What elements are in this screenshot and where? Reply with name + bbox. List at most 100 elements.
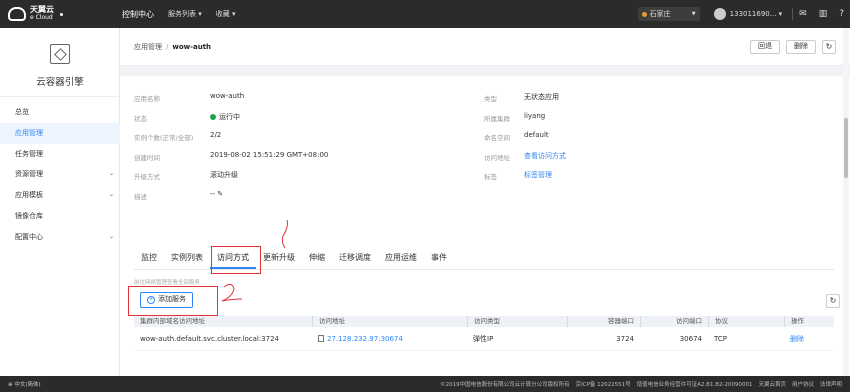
access-type: 弹性IP bbox=[473, 335, 494, 343]
description-edit[interactable]: -- ✎ bbox=[210, 190, 223, 198]
table-header: 集群内部域名访问地址 访问地址 访问类型 容器端口 访问端口 协议 操作 bbox=[134, 316, 834, 327]
avatar bbox=[713, 8, 726, 20]
sidebar-item-label: 资源管理 bbox=[15, 170, 43, 179]
instances-value: 2/2 bbox=[210, 131, 222, 139]
footer-link-legal[interactable]: 法律声明 bbox=[820, 380, 842, 388]
cloud-logo-icon bbox=[8, 7, 26, 21]
sidebar-item-label: 应用模板 bbox=[15, 191, 43, 200]
delete-button[interactable]: 删除 bbox=[786, 39, 816, 54]
icp-number[interactable]: 京ICP备 12022551号 bbox=[576, 380, 631, 388]
copyright: ©2019中国电信股份有限公司云计算分公司版权所有 bbox=[440, 382, 570, 388]
chevron-down-icon: ▼ bbox=[691, 11, 696, 17]
access-port: 30674 bbox=[679, 335, 702, 343]
logo[interactable]: 天翼云 e Cloud bbox=[8, 6, 118, 22]
upgrade-value: 滚动升级 bbox=[210, 171, 238, 179]
sidebar-item-label: 配置中心 bbox=[15, 232, 43, 241]
nav-favorites[interactable]: 收藏 ▾ bbox=[216, 9, 236, 19]
tab-scheduling[interactable]: 迁移调度 bbox=[332, 247, 378, 269]
description-label: 描述 bbox=[134, 193, 147, 201]
namespace-label: 命名空间 bbox=[484, 134, 510, 142]
created-value: 2019-08-02 15:51:29 GMT+08:00 bbox=[210, 151, 329, 159]
created-label: 创建时间 bbox=[134, 154, 160, 162]
docs-icon[interactable]: ▥ bbox=[819, 9, 828, 19]
region-label: 石家庄 bbox=[649, 10, 671, 18]
tag-management-link[interactable]: 标签管理 bbox=[524, 170, 552, 180]
scroll-thumb[interactable] bbox=[844, 118, 848, 178]
tag-label: 标签 bbox=[484, 173, 497, 181]
view-access-link[interactable]: 查看访问方式 bbox=[524, 151, 566, 161]
user-account: 133011690... ▾ bbox=[729, 10, 783, 18]
language-selector[interactable]: ⊕ 中文(简体) bbox=[8, 380, 41, 388]
divider bbox=[792, 8, 794, 20]
breadcrumb-current: wow-auth bbox=[172, 42, 212, 51]
sidebar-item-resource-management[interactable]: 资源管理 ⌄ bbox=[0, 164, 120, 185]
scrollbar[interactable] bbox=[843, 28, 849, 376]
footer-link-agreement[interactable]: 用户协议 bbox=[792, 380, 814, 388]
plus-icon: + bbox=[147, 296, 155, 304]
sidebar-item-app-templates[interactable]: 应用模板 ⌄ bbox=[0, 185, 120, 206]
user-menu[interactable]: 133011690... ▾ bbox=[713, 8, 783, 20]
mail-icon[interactable]: ✉ bbox=[799, 9, 807, 19]
header-protocol: 协议 bbox=[708, 316, 784, 327]
nav-control-center[interactable]: 控制中心 bbox=[122, 9, 154, 20]
header-access-port: 访问端口 bbox=[640, 316, 708, 327]
internal-domain: wow-auth.default.svc.cluster.local:3724 bbox=[140, 335, 279, 343]
access-address-link[interactable]: 27.128.232.97:30674 bbox=[327, 335, 403, 343]
sidebar-item-label: 总览 bbox=[15, 108, 29, 116]
status-text: 运行中 bbox=[219, 113, 240, 121]
sidebar-item-label: 应用管理 bbox=[15, 128, 43, 137]
annotation-mark-2 bbox=[221, 283, 243, 302]
chevron-down-icon: ⌄ bbox=[108, 232, 114, 240]
copy-icon[interactable] bbox=[318, 335, 324, 342]
sidebar-item-task-management[interactable]: 任务管理 bbox=[0, 144, 120, 165]
add-service-button[interactable]: + 添加服务 bbox=[140, 292, 193, 308]
tab-scaling[interactable]: 伸缩 bbox=[302, 247, 332, 269]
tab-events[interactable]: 事件 bbox=[424, 247, 454, 269]
name-label: 应用名称 bbox=[134, 95, 160, 103]
chevron-down-icon: ⌄ bbox=[108, 191, 114, 199]
tab-monitor[interactable]: 监控 bbox=[134, 247, 164, 269]
sidebar-item-overview[interactable]: 总览 bbox=[0, 102, 120, 123]
sidebar-item-config-center[interactable]: 配置中心 ⌄ bbox=[0, 227, 120, 248]
instances-label: 实例个数(正常/全部) bbox=[134, 134, 194, 142]
logo-name: 天翼云 bbox=[30, 5, 54, 14]
status-label: 状态 bbox=[134, 115, 147, 123]
help-icon[interactable]: ? bbox=[839, 9, 844, 19]
check-circle-icon bbox=[210, 114, 216, 120]
header-access-address: 访问地址 bbox=[312, 316, 467, 327]
tab-upgrade[interactable]: 更新升级 bbox=[256, 247, 302, 269]
protocol: TCP bbox=[714, 335, 727, 343]
refresh-icon[interactable]: ↻ bbox=[822, 39, 836, 54]
access-label: 访问地址 bbox=[484, 154, 510, 162]
dot-icon bbox=[60, 12, 63, 16]
license: 增值电信业务经营许可证A2.B1.B2-20090001 bbox=[636, 382, 753, 388]
header-access-type: 访问类型 bbox=[467, 316, 567, 327]
add-service-label: 添加服务 bbox=[158, 296, 186, 303]
access-address: 27.128.232.97:30674 bbox=[312, 327, 467, 350]
sidebar-item-app-management[interactable]: 应用管理 bbox=[0, 122, 120, 144]
tab-operations[interactable]: 应用运维 bbox=[378, 247, 424, 269]
sidebar-item-label: 任务管理 bbox=[15, 149, 43, 158]
breadcrumb-separator: / bbox=[166, 42, 169, 51]
region-selector[interactable]: 石家庄 ▼ bbox=[637, 7, 700, 21]
header-internal-domain: 集群内部域名访问地址 bbox=[140, 317, 205, 325]
network-hint[interactable]: 前往网络管理查看全部服务 bbox=[134, 278, 200, 286]
header-actions: 操作 bbox=[784, 316, 834, 327]
status-value: 运行中 bbox=[210, 112, 240, 122]
delete-service-link[interactable]: 删除 bbox=[784, 327, 834, 350]
footer-link-home[interactable]: 天翼云首页 bbox=[758, 380, 786, 388]
chevron-down-icon: ⌄ bbox=[108, 170, 114, 178]
sidebar-item-image-registry[interactable]: 镜像仓库 bbox=[0, 206, 120, 227]
nav-service-list[interactable]: 服务列表 ▾ bbox=[168, 9, 202, 19]
table-row: wow-auth.default.svc.cluster.local:3724 … bbox=[134, 327, 834, 351]
sidebar-title: 云容器引擎 bbox=[36, 77, 84, 88]
divider bbox=[0, 96, 120, 97]
app-name: wow-auth bbox=[210, 92, 245, 100]
tab-instances[interactable]: 实例列表 bbox=[164, 247, 210, 269]
app-detail-panel: 应用名称 wow-auth 状态 运行中 实例个数(正常/全部) 2/2 创建时… bbox=[120, 76, 850, 376]
location-pin-icon bbox=[641, 11, 647, 17]
breadcrumb: 应用管理 / wow-auth 回退 删除 ↻ bbox=[120, 28, 850, 66]
breadcrumb-parent[interactable]: 应用管理 bbox=[134, 42, 162, 52]
table-refresh-icon[interactable]: ↻ bbox=[826, 294, 840, 308]
back-button[interactable]: 回退 bbox=[750, 39, 780, 54]
